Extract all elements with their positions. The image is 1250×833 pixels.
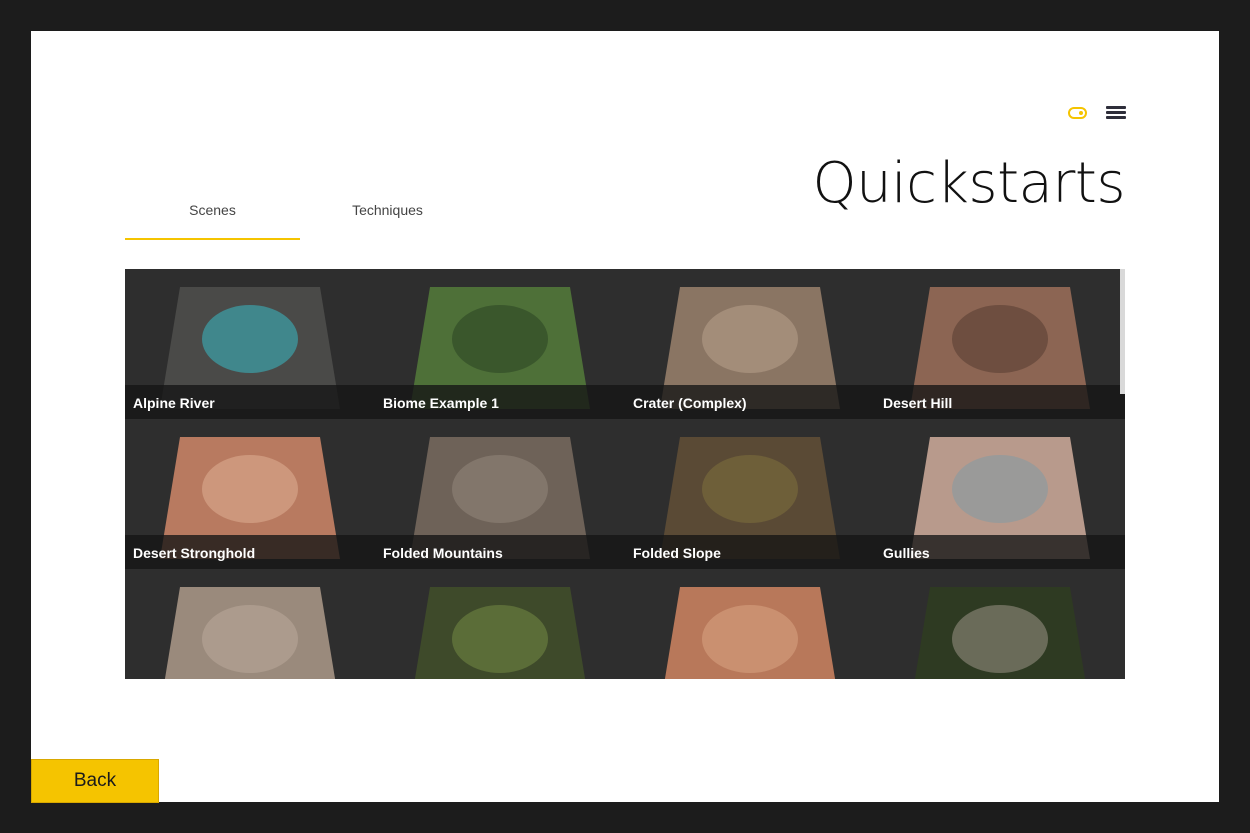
tab-techniques[interactable]: Techniques xyxy=(300,191,475,238)
terrain-thumbnail xyxy=(914,587,1086,679)
scene-card[interactable]: Alpine River xyxy=(125,269,376,419)
tab-scenes[interactable]: Scenes xyxy=(125,191,300,240)
top-icons xyxy=(1066,103,1136,123)
scene-card-label: Folded Slope xyxy=(625,535,875,569)
scene-card[interactable] xyxy=(125,569,376,679)
scene-card[interactable]: Desert Hill xyxy=(875,269,1125,419)
scene-card-label: Crater (Complex) xyxy=(625,385,875,419)
scene-card[interactable]: Crater (Complex) xyxy=(625,269,876,419)
page-title: Quickstarts xyxy=(812,151,1126,216)
scene-card[interactable] xyxy=(875,569,1125,679)
scene-card-label: Desert Stronghold xyxy=(125,535,375,569)
terrain-thumbnail xyxy=(164,587,336,679)
quickstarts-panel: Quickstarts Scenes Techniques Alpine Riv… xyxy=(31,31,1219,802)
tab-bar: Scenes Techniques xyxy=(125,191,505,240)
scene-card-label: Gullies xyxy=(875,535,1125,569)
scene-card[interactable] xyxy=(375,569,626,679)
scene-card[interactable]: Biome Example 1 xyxy=(375,269,626,419)
scene-card-label: Alpine River xyxy=(125,385,375,419)
terrain-thumbnail xyxy=(414,587,586,679)
grid-scrollbar[interactable] xyxy=(1120,269,1125,394)
menu-icon[interactable] xyxy=(1106,106,1126,120)
scene-card-label: Folded Mountains xyxy=(375,535,625,569)
scene-grid[interactable]: Alpine River Biome Example 1 Crater (Compl… xyxy=(125,269,1125,679)
scene-card[interactable]: Desert Stronghold xyxy=(125,419,376,569)
terrain-thumbnail xyxy=(664,587,836,679)
scene-card[interactable] xyxy=(625,569,876,679)
toggle-icon[interactable] xyxy=(1068,107,1087,119)
scene-card[interactable]: Folded Slope xyxy=(625,419,876,569)
back-button[interactable]: Back xyxy=(31,759,159,803)
scene-card-label: Desert Hill xyxy=(875,385,1125,419)
scene-card[interactable]: Gullies xyxy=(875,419,1125,569)
scene-card-label: Biome Example 1 xyxy=(375,385,625,419)
scene-card[interactable]: Folded Mountains xyxy=(375,419,626,569)
